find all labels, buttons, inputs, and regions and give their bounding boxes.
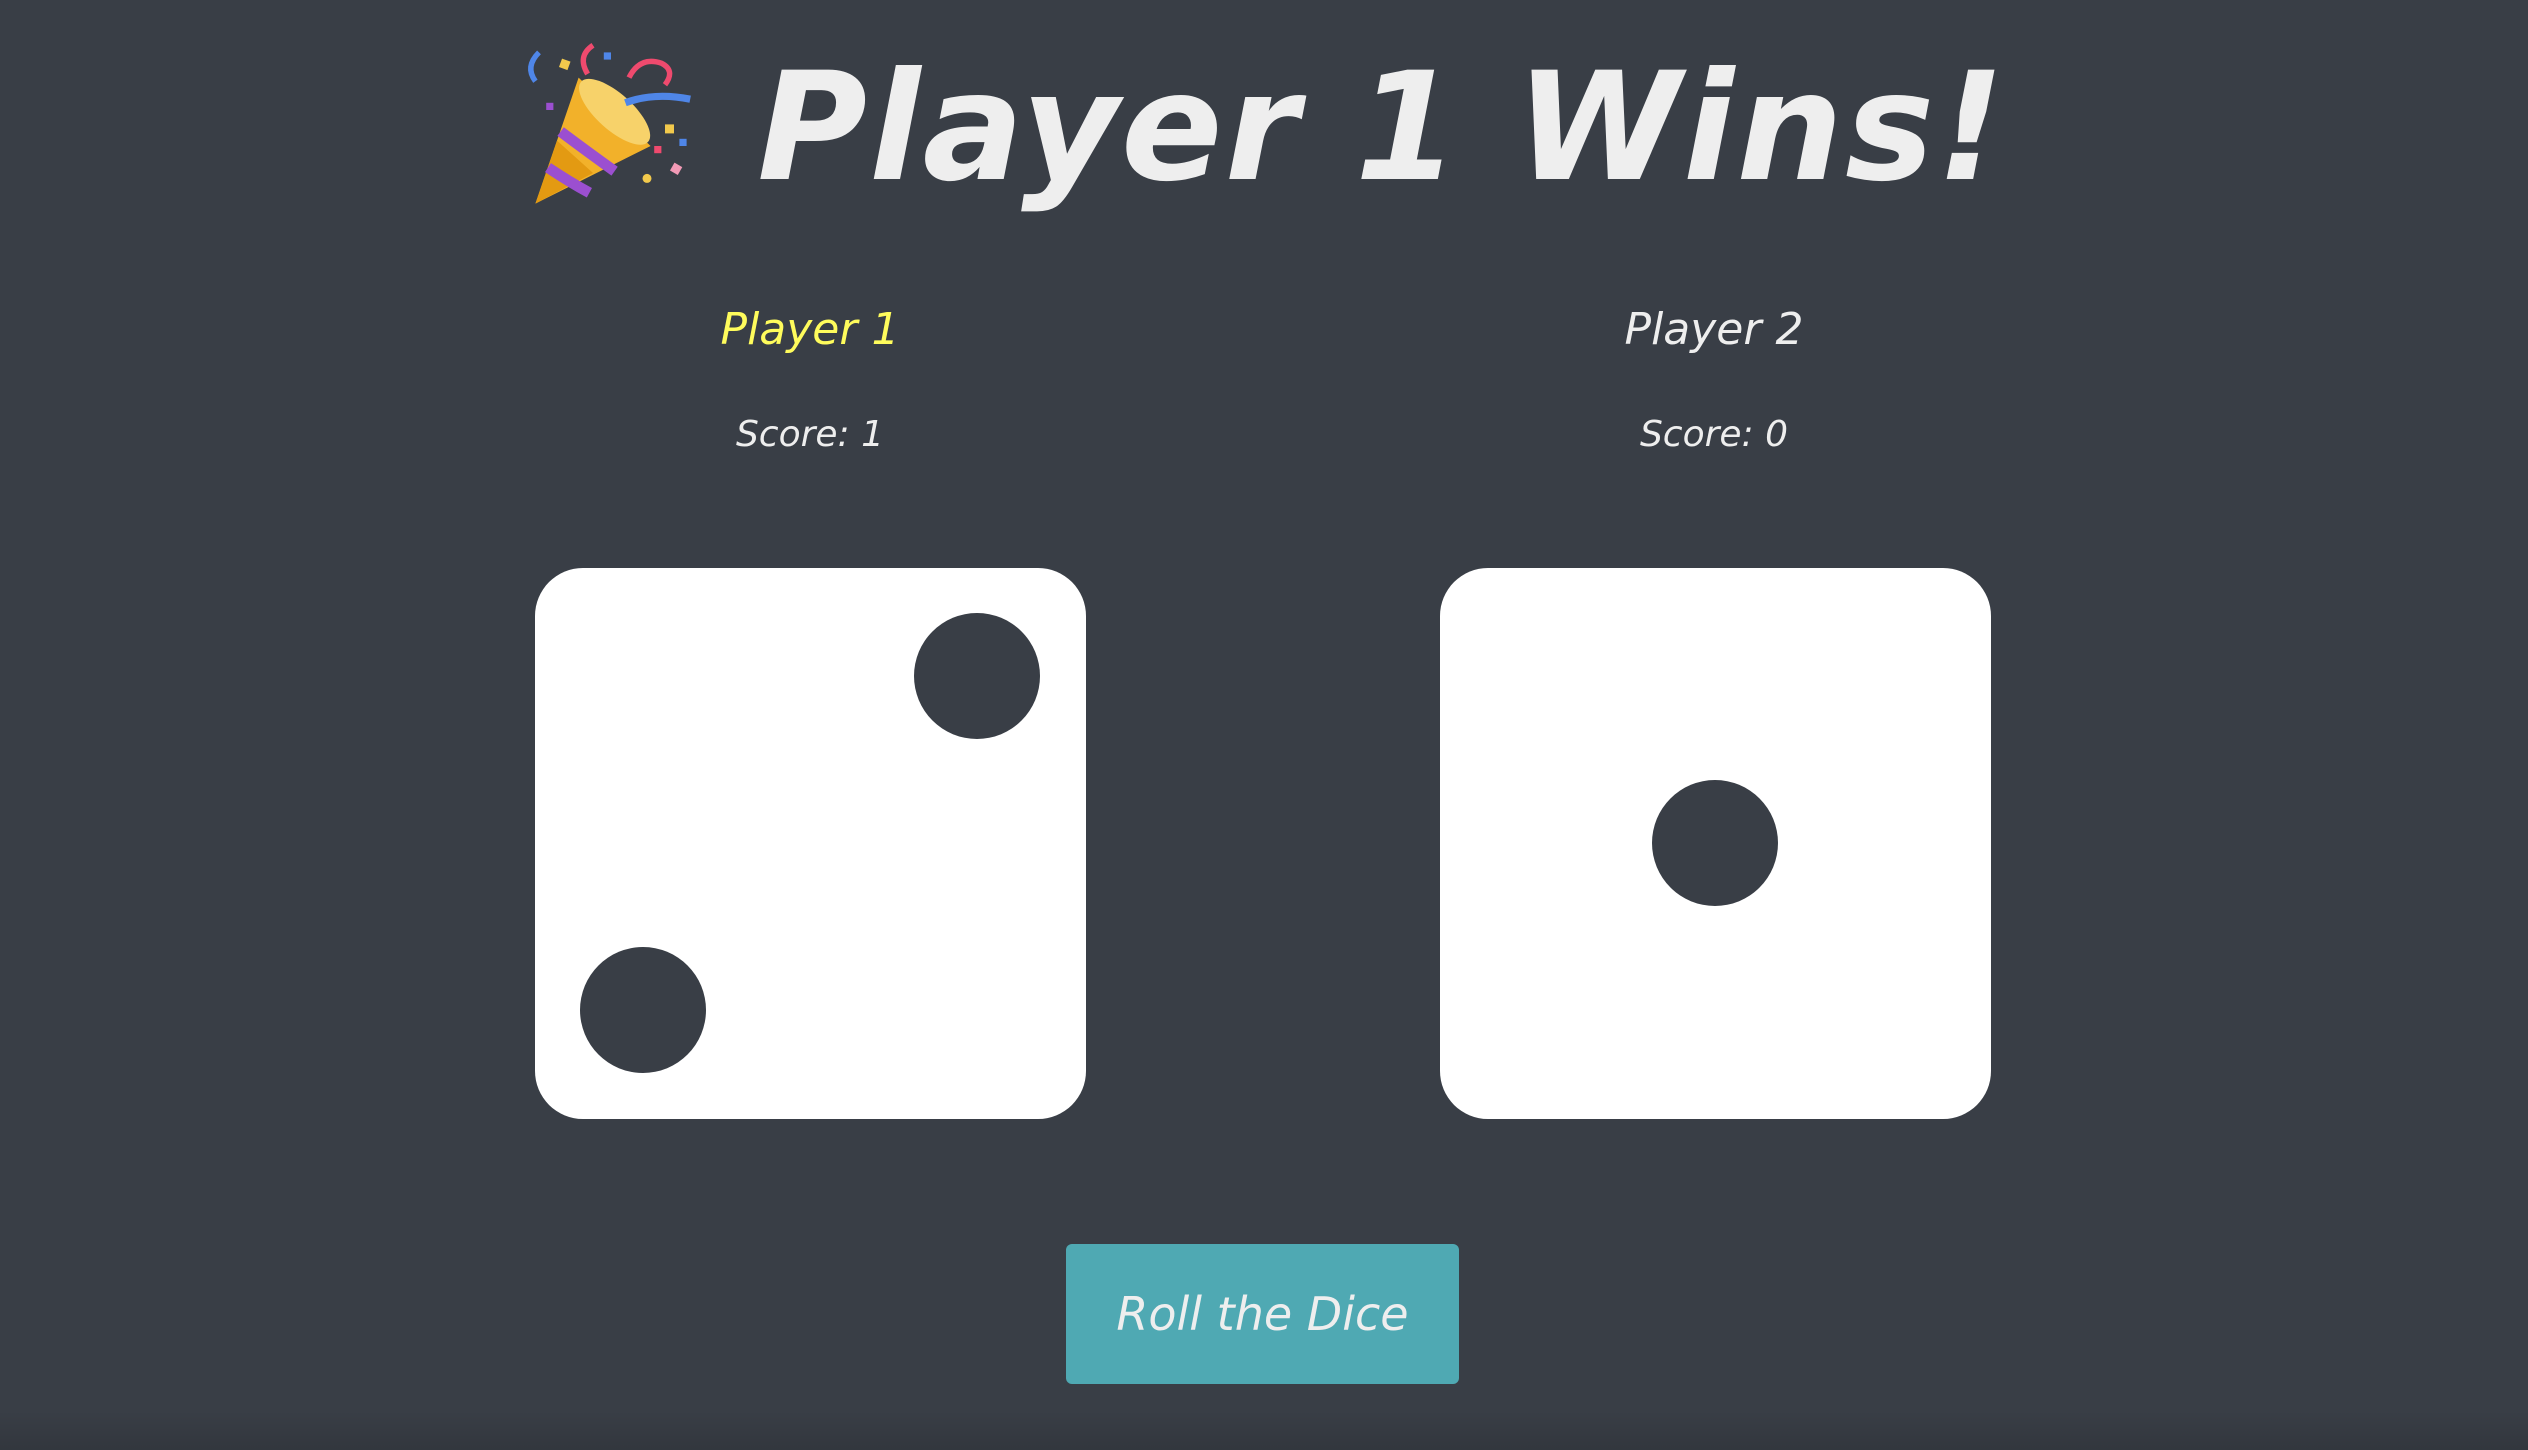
player-2-name: Player 2 [1624, 304, 1804, 355]
title-text: Player 1 Wins! [757, 41, 2007, 215]
player-1-die [535, 568, 1086, 1119]
player-2-panel: Player 2 Score: 0 [1364, 300, 2064, 460]
player-1-panel: Player 1 Score: 1 [460, 300, 1160, 460]
die-pip [580, 947, 706, 1073]
roll-dice-button[interactable]: Roll the Dice [1066, 1244, 1459, 1384]
player-1-score-value: 1 [861, 414, 885, 455]
player-2-score-label: Score: [1639, 414, 1754, 455]
die-pip [914, 613, 1040, 739]
player-1-score-label: Score: [735, 414, 850, 455]
player-1-name: Player 1 [720, 304, 900, 355]
player-1-score: Score: 1 [460, 410, 1160, 460]
player-2-score: Score: 0 [1364, 410, 2064, 460]
page-title: Player 1 Wins! [0, 28, 2528, 228]
die-pip [1652, 780, 1778, 906]
player-2-die [1440, 568, 1991, 1119]
bottom-shadow [0, 1410, 2528, 1450]
player-2-score-value: 0 [1765, 414, 1789, 455]
party-popper-icon [528, 42, 692, 204]
